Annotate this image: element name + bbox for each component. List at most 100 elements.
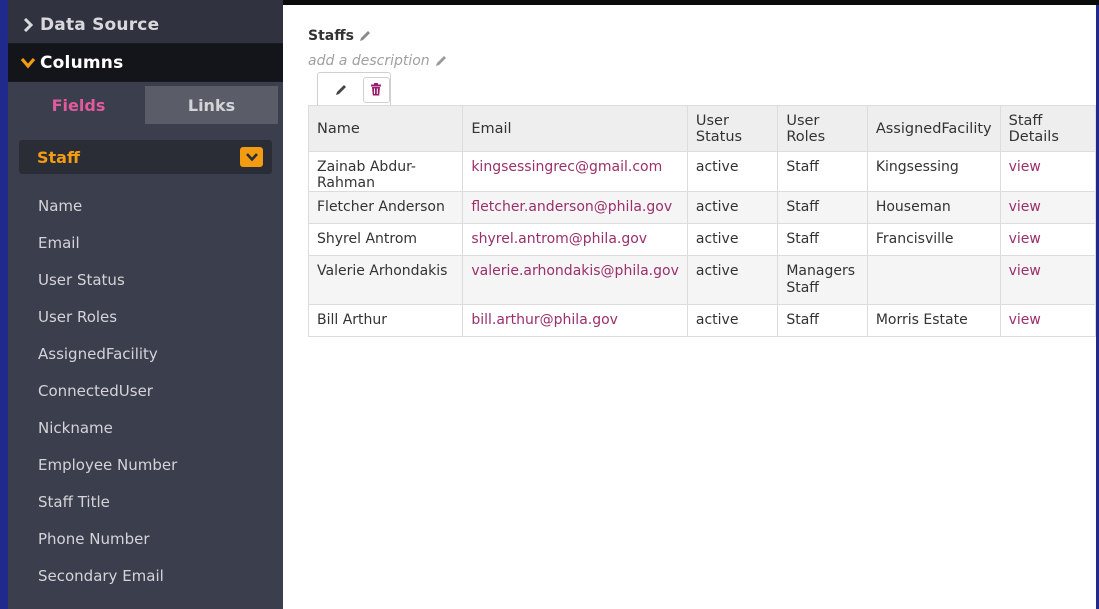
cell-view-cell: view: [999, 151, 1097, 192]
cell-name-cell: Fletcher Anderson: [307, 191, 464, 224]
table-row: Bill Arthur bill.arthur@phila.gov active St…: [307, 304, 1097, 337]
cell-view-link[interactable]: view: [1009, 231, 1041, 247]
object-select[interactable]: Staff: [19, 140, 272, 174]
cell-user-status-cell: active: [686, 223, 779, 256]
cell-name-cell: Bill Arthur: [307, 304, 464, 337]
field-item[interactable]: Name: [8, 187, 283, 224]
cell-assigned-facility-cell: Francisville: [866, 223, 1001, 256]
page-title[interactable]: Staffs: [308, 28, 354, 44]
cell-email-cell: bill.arthur@phila.gov: [462, 304, 688, 337]
chevron-right-icon: [20, 17, 36, 33]
data-source-section-header[interactable]: Data Source: [8, 0, 283, 44]
cell-assigned-facility-cell: Morris Estate: [866, 304, 1001, 337]
field-item[interactable]: Employee Number: [8, 446, 283, 483]
cell-user-roles-cell: Staff: [777, 223, 868, 256]
table-body: Zainab Abdur-Rahman kingsessingrec@gmail.…: [307, 151, 1097, 337]
column-header-email[interactable]: Email: [462, 105, 688, 152]
field-item[interactable]: User Roles: [8, 298, 283, 335]
object-select-value: Staff: [37, 147, 80, 167]
cell-view-cell: view: [999, 304, 1097, 337]
cell-user-status: active: [695, 231, 739, 247]
cell-name: Bill Arthur: [317, 312, 388, 328]
cell-user-roles-cell: Staff: [777, 151, 868, 192]
cell-user-status-cell: active: [686, 255, 779, 305]
user-role: Staff: [786, 159, 819, 175]
cell-user-roles-cell: Staff: [777, 191, 868, 224]
cell-view-link[interactable]: view: [1009, 199, 1041, 215]
cell-assigned-facility: Francisville: [875, 231, 954, 247]
cell-email-cell: fletcher.anderson@phila.gov: [462, 191, 688, 224]
cell-assigned-facility-cell: Kingsessing: [866, 151, 1001, 192]
table-row: Fletcher Anderson fletcher.anderson@phila…: [307, 191, 1097, 224]
pencil-icon: [336, 84, 347, 95]
cell-user-status: active: [695, 199, 739, 215]
cell-name: Valerie Arhondakis: [317, 263, 448, 279]
cell-name: Shyrel Antrom: [317, 231, 418, 247]
user-role: Staff: [786, 231, 819, 247]
trash-icon: [371, 83, 382, 96]
view-title-row: Staffs: [308, 28, 372, 44]
cell-user-roles-cell: Managers Staff: [777, 255, 868, 305]
table-row: Shyrel Antrom shyrel.antrom@phila.gov acti…: [307, 223, 1097, 256]
cell-name-cell: Shyrel Antrom: [307, 223, 464, 256]
field-item[interactable]: Nickname: [8, 409, 283, 446]
table-row: Zainab Abdur-Rahman kingsessingrec@gmail.…: [307, 151, 1097, 192]
field-item[interactable]: Email: [8, 224, 283, 261]
field-item[interactable]: ConnectedUser: [8, 372, 283, 409]
pencil-icon[interactable]: [434, 54, 448, 68]
description-placeholder[interactable]: add a description: [308, 53, 430, 69]
field-item[interactable]: Secondary Email: [8, 557, 283, 594]
cell-assigned-facility: Morris Estate: [875, 312, 968, 328]
main-content: Staffs add a description Name Email User…: [283, 5, 1097, 609]
cell-user-status: active: [695, 159, 739, 175]
tab-links[interactable]: Links: [145, 86, 278, 124]
table-toolbar: [317, 72, 391, 106]
columns-section-header[interactable]: Columns: [8, 44, 283, 82]
cell-email-link[interactable]: fletcher.anderson@phila.gov: [471, 199, 672, 215]
chevron-down-icon[interactable]: [240, 147, 263, 167]
column-header-user-status[interactable]: User Status: [686, 105, 779, 152]
field-item[interactable]: Phone Number: [8, 520, 283, 557]
column-header-user-roles[interactable]: User Roles: [777, 105, 868, 152]
column-header-assigned-facility[interactable]: AssignedFacility: [866, 105, 1001, 152]
cell-assigned-facility: Houseman: [875, 199, 951, 215]
field-item[interactable]: Staff Title: [8, 483, 283, 520]
field-list: Name Email User Status User Roles AssignedFa…: [8, 187, 283, 594]
pencil-icon[interactable]: [358, 29, 372, 43]
cell-view-link[interactable]: view: [1009, 159, 1041, 175]
cell-assigned-facility-cell: Houseman: [866, 191, 1001, 224]
user-role: Staff: [786, 280, 819, 296]
edit-table-button[interactable]: [328, 77, 355, 103]
cell-name-cell: Valerie Arhondakis: [307, 255, 464, 305]
cell-name: Fletcher Anderson: [317, 199, 445, 215]
cell-email-link[interactable]: shyrel.antrom@phila.gov: [471, 231, 647, 247]
view-description-row: add a description: [308, 53, 448, 69]
cell-name: Zainab Abdur-Rahman: [317, 159, 416, 191]
cell-user-status: active: [695, 312, 739, 328]
delete-table-button[interactable]: [362, 76, 390, 103]
cell-email-link[interactable]: kingsessingrec@gmail.com: [471, 159, 662, 175]
cell-name-cell: Zainab Abdur-Rahman: [307, 151, 464, 192]
field-item[interactable]: User Status: [8, 261, 283, 298]
cell-user-status-cell: active: [686, 191, 779, 224]
columns-label: Columns: [40, 52, 124, 73]
tab-fields[interactable]: Fields: [12, 86, 145, 124]
cell-view-link[interactable]: view: [1009, 263, 1041, 279]
cell-user-status: active: [695, 263, 739, 279]
column-header-staff-details[interactable]: Staff Details: [999, 105, 1097, 152]
cell-user-roles-cell: Staff: [777, 304, 868, 337]
user-role: Staff: [786, 312, 819, 328]
table-header-row: Name Email User Status User Roles Assign…: [307, 105, 1097, 152]
cell-email-cell: shyrel.antrom@phila.gov: [462, 223, 688, 256]
field-item[interactable]: AssignedFacility: [8, 335, 283, 372]
data-source-label: Data Source: [40, 14, 160, 35]
cell-view-cell: view: [999, 255, 1097, 305]
cell-view-link[interactable]: view: [1009, 312, 1041, 328]
cell-email-cell: kingsessingrec@gmail.com: [462, 151, 688, 192]
table-row: Valerie Arhondakis valerie.arhondakis@phi…: [307, 255, 1097, 305]
cell-email-link[interactable]: valerie.arhondakis@phila.gov: [471, 263, 679, 279]
cell-email-link[interactable]: bill.arthur@phila.gov: [471, 312, 618, 328]
column-header-name[interactable]: Name: [307, 105, 464, 152]
window-left-border: [0, 0, 8, 609]
staff-table: Name Email User Status User Roles Assign…: [307, 105, 1097, 337]
